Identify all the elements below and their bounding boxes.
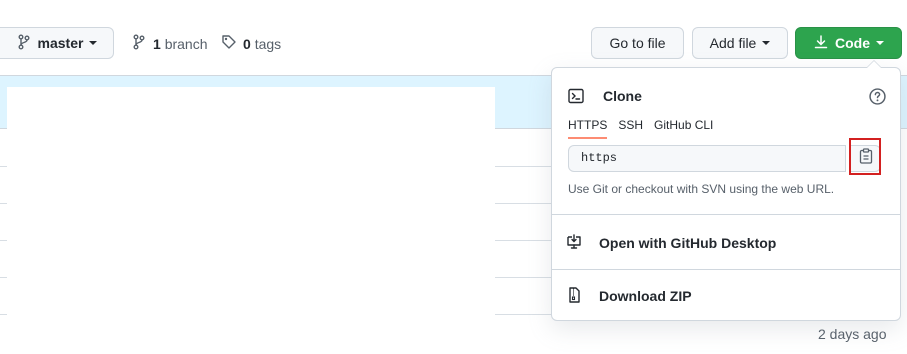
question-icon[interactable] xyxy=(869,88,886,110)
open-with-desktop-item[interactable]: Open with GitHub Desktop xyxy=(552,217,900,269)
go-to-file-label: Go to file xyxy=(609,35,666,51)
menu-divider xyxy=(552,214,900,215)
download-zip-item[interactable]: Download ZIP xyxy=(552,270,900,322)
tag-count: 0 xyxy=(243,35,251,52)
chevron-down-icon xyxy=(876,41,884,45)
git-branch-icon xyxy=(131,34,147,53)
open-with-desktop-label: Open with GitHub Desktop xyxy=(599,235,777,251)
redacted-area xyxy=(7,87,495,319)
copy-button-highlight xyxy=(849,138,881,175)
add-file-button[interactable]: Add file xyxy=(692,27,788,59)
clone-title: Clone xyxy=(603,88,642,104)
tags-link[interactable]: 0 tags xyxy=(221,34,281,53)
chevron-down-icon xyxy=(89,41,98,45)
branches-link[interactable]: 1 branch xyxy=(131,34,208,53)
code-button[interactable]: Code xyxy=(795,27,902,59)
clone-url-value: https xyxy=(581,151,618,165)
tab-github-cli[interactable]: GitHub CLI xyxy=(654,118,713,139)
go-to-file-button[interactable]: Go to file xyxy=(591,27,684,59)
code-button-label: Code xyxy=(835,35,870,51)
branch-count-label: branch xyxy=(164,35,208,52)
clone-url-input[interactable]: https xyxy=(568,145,846,172)
code-dropdown-menu: Clone HTTPS SSH GitHub CLI https Use Git… xyxy=(551,60,901,322)
tab-https[interactable]: HTTPS xyxy=(568,118,608,139)
branch-select-button[interactable]: master xyxy=(0,27,114,59)
download-icon xyxy=(813,34,829,53)
terminal-icon xyxy=(568,88,584,109)
add-file-label: Add file xyxy=(709,35,757,51)
chevron-down-icon xyxy=(762,41,771,45)
tag-count-label: tags xyxy=(254,35,282,52)
desktop-download-icon xyxy=(566,233,582,253)
clone-hint-text: Use Git or checkout with SVN using the w… xyxy=(568,182,835,196)
branch-count: 1 xyxy=(153,35,161,52)
clone-tabs: HTTPS SSH GitHub CLI xyxy=(568,118,713,139)
tab-ssh[interactable]: SSH xyxy=(618,118,643,139)
branch-select-label: master xyxy=(37,35,84,51)
dropdown-caret-fill xyxy=(867,61,881,68)
file-zip-icon xyxy=(566,286,582,306)
download-zip-label: Download ZIP xyxy=(599,288,692,304)
git-branch-icon xyxy=(16,34,32,53)
tag-icon xyxy=(221,34,237,53)
commit-timestamp: 2 days ago xyxy=(818,326,887,342)
